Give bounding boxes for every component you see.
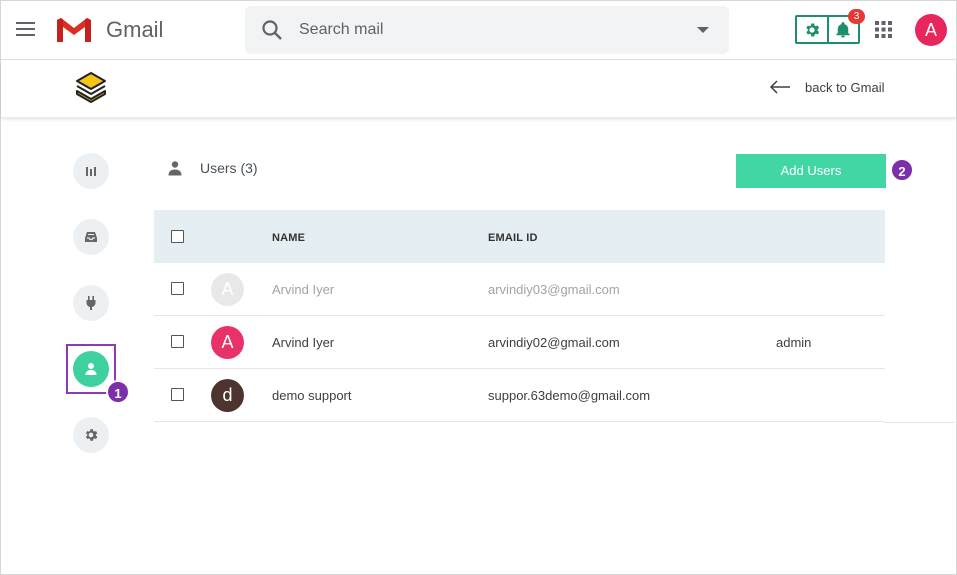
extension-settings-gear-icon[interactable] [803,21,821,39]
plug-icon [86,296,96,310]
google-apps-grid-icon[interactable] [875,21,892,38]
hamburger-menu-icon[interactable] [15,20,37,38]
user-icon [85,363,97,375]
account-avatar[interactable]: A [915,14,947,46]
user-name: demo support [272,388,352,403]
row-checkbox[interactable] [171,388,184,401]
users-section-heading: Users (3) [168,160,258,176]
column-header-name: NAME [272,232,306,244]
table-divider-extension [885,422,955,423]
user-avatar: d [211,379,244,412]
table-row[interactable]: A Arvind Iyer arvindiy03@gmail.com [154,263,885,316]
user-outline-icon [168,161,182,176]
sidebar-item-analytics[interactable] [73,153,109,189]
table-header-row: NAME EMAIL ID [154,210,885,263]
users-table: NAME EMAIL ID A Arvind Iyer arvindiy03@gma… [154,210,885,422]
search-options-dropdown-icon[interactable] [697,27,709,33]
step-marker-1: 1 [106,380,130,404]
row-checkbox[interactable] [171,335,184,348]
step-marker-2: 2 [890,158,914,182]
table-row[interactable]: d demo support suppor.63demo@gmail.com [154,369,885,422]
extension-toolbar-divider [827,17,829,42]
gmail-wordmark[interactable]: Gmail [106,17,163,43]
user-email: arvindiy03@gmail.com [488,282,620,297]
user-email: suppor.63demo@gmail.com [488,388,651,403]
table-body: A Arvind Iyer arvindiy03@gmail.com A Arvind … [154,263,885,422]
arrow-left-icon [769,80,790,94]
user-avatar: A [211,326,244,359]
user-name: Arvind Iyer [272,282,335,297]
users-count-title: Users (3) [200,160,258,176]
search-input[interactable]: Search mail [299,21,383,39]
user-role: admin [776,335,812,350]
sidebar-item-settings[interactable] [73,417,109,453]
inbox-tray-icon [85,232,97,242]
back-to-gmail-label: back to Gmail [805,79,885,95]
add-users-button[interactable]: Add Users [736,154,886,188]
gear-icon [85,429,98,441]
gmail-top-bar: Gmail Search mail 3 A [1,1,956,60]
user-email: arvindiy02@gmail.com [488,335,620,350]
row-checkbox[interactable] [171,282,184,295]
extension-logo-icon[interactable] [75,71,107,105]
notification-bell-icon[interactable] [834,21,852,39]
bar-chart-icon [86,167,96,176]
extension-header: back to Gmail [1,61,956,117]
sidebar-item-users[interactable] [73,351,109,387]
table-row[interactable]: A Arvind Iyer arvindiy02@gmail.com admin [154,316,885,369]
gmail-logo-icon[interactable] [55,16,93,44]
user-name: Arvind Iyer [272,335,335,350]
column-header-email: EMAIL ID [488,232,538,244]
user-avatar: A [211,273,244,306]
select-all-checkbox[interactable] [171,230,184,243]
notification-count-badge: 3 [848,9,865,24]
search-icon[interactable] [261,19,283,41]
back-to-gmail-link[interactable]: back to Gmail [769,77,884,97]
sidebar-item-inbox[interactable] [73,219,109,255]
search-bar[interactable]: Search mail [245,6,729,54]
sidebar-item-integrations[interactable] [73,285,109,321]
